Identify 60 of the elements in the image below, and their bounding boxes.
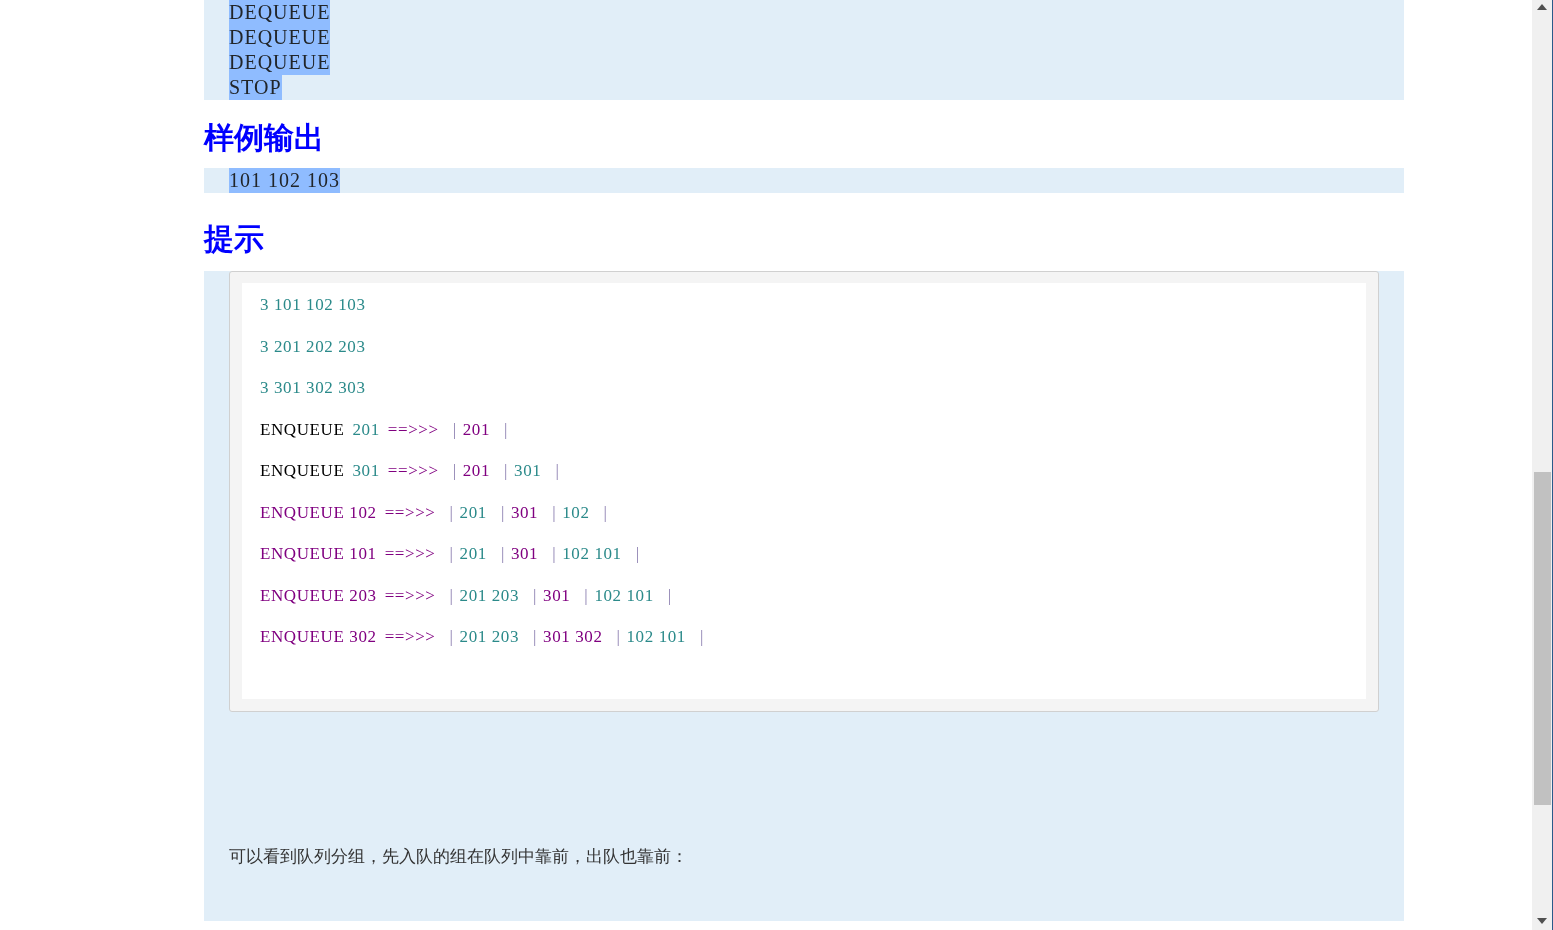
code-token: ==>>> <box>387 461 439 481</box>
code-token: 201 <box>459 502 487 523</box>
separator-mark: | <box>584 585 589 606</box>
code-token: 3 201 202 203 <box>260 336 366 357</box>
code-token: 102 <box>562 502 590 523</box>
code-token: 201 203 <box>459 585 520 606</box>
scrollbar-thumb[interactable] <box>1533 472 1551 805</box>
code-token: ==>>> <box>384 627 436 647</box>
code-token: ENQUEUE 203 <box>260 585 377 606</box>
separator-mark: | <box>616 627 621 647</box>
code-token: 102 101 <box>562 544 622 564</box>
hint-paragraph: 可以看到队列分组，先入队的组在队列中靠前，出队也靠前： <box>229 844 688 868</box>
code-token: 301 <box>543 585 571 606</box>
code-token: ENQUEUE 102 <box>260 502 377 523</box>
code-token: 201 <box>462 419 491 440</box>
code-token: 301 302 <box>543 627 603 647</box>
scroll-down-icon[interactable] <box>1537 918 1547 924</box>
code-token: 301 <box>510 502 539 523</box>
code-token: 201 203 <box>459 627 520 647</box>
code-token: ENQUEUE 101 <box>260 544 377 564</box>
separator-mark: | <box>452 461 457 481</box>
code-token: ==>>> <box>384 544 436 564</box>
code-token: 102 101 <box>594 585 654 606</box>
separator-mark: | <box>449 544 454 564</box>
code-token: ==>>> <box>384 585 436 606</box>
separator-mark: | <box>500 544 505 564</box>
code-token: 301 <box>352 461 380 481</box>
separator-mark: | <box>504 419 509 440</box>
code-token: ENQUEUE 302 <box>260 627 377 647</box>
scroll-up-icon[interactable] <box>1537 4 1547 10</box>
separator-mark: | <box>504 461 509 481</box>
separator-mark: | <box>449 502 454 523</box>
scrollbar[interactable] <box>1532 0 1553 930</box>
separator-mark: | <box>533 585 538 606</box>
code-token: ENQUEUE <box>260 419 345 440</box>
separator-mark: | <box>603 502 608 523</box>
code-token: ENQUEUE <box>260 461 345 481</box>
code-token: ==>>> <box>384 502 436 523</box>
section-heading: 样例输出 <box>204 119 325 157</box>
code-token: 201 <box>352 419 380 440</box>
code-token: 301 <box>510 544 539 564</box>
code-token: 301 <box>514 461 542 481</box>
code-token: ==>>> <box>387 419 439 440</box>
code-token: 201 <box>462 461 491 481</box>
code-token: 102 101 <box>626 627 686 647</box>
code-token: 3 301 302 303 <box>260 378 366 398</box>
separator-mark: | <box>500 502 505 523</box>
separator-mark: | <box>533 627 538 647</box>
separator-mark: | <box>667 585 672 606</box>
separator-mark: | <box>555 461 560 481</box>
separator-mark: | <box>552 544 557 564</box>
section-heading: 提示 <box>204 220 265 258</box>
separator-mark: | <box>449 585 454 606</box>
separator-mark: | <box>552 502 557 523</box>
separator-mark: | <box>635 544 640 564</box>
separator-mark: | <box>449 627 454 647</box>
code-token: 3 101 102 103 <box>260 295 366 315</box>
separator-mark: | <box>452 419 457 440</box>
code-token: 201 <box>459 544 487 564</box>
separator-mark: | <box>699 627 704 647</box>
